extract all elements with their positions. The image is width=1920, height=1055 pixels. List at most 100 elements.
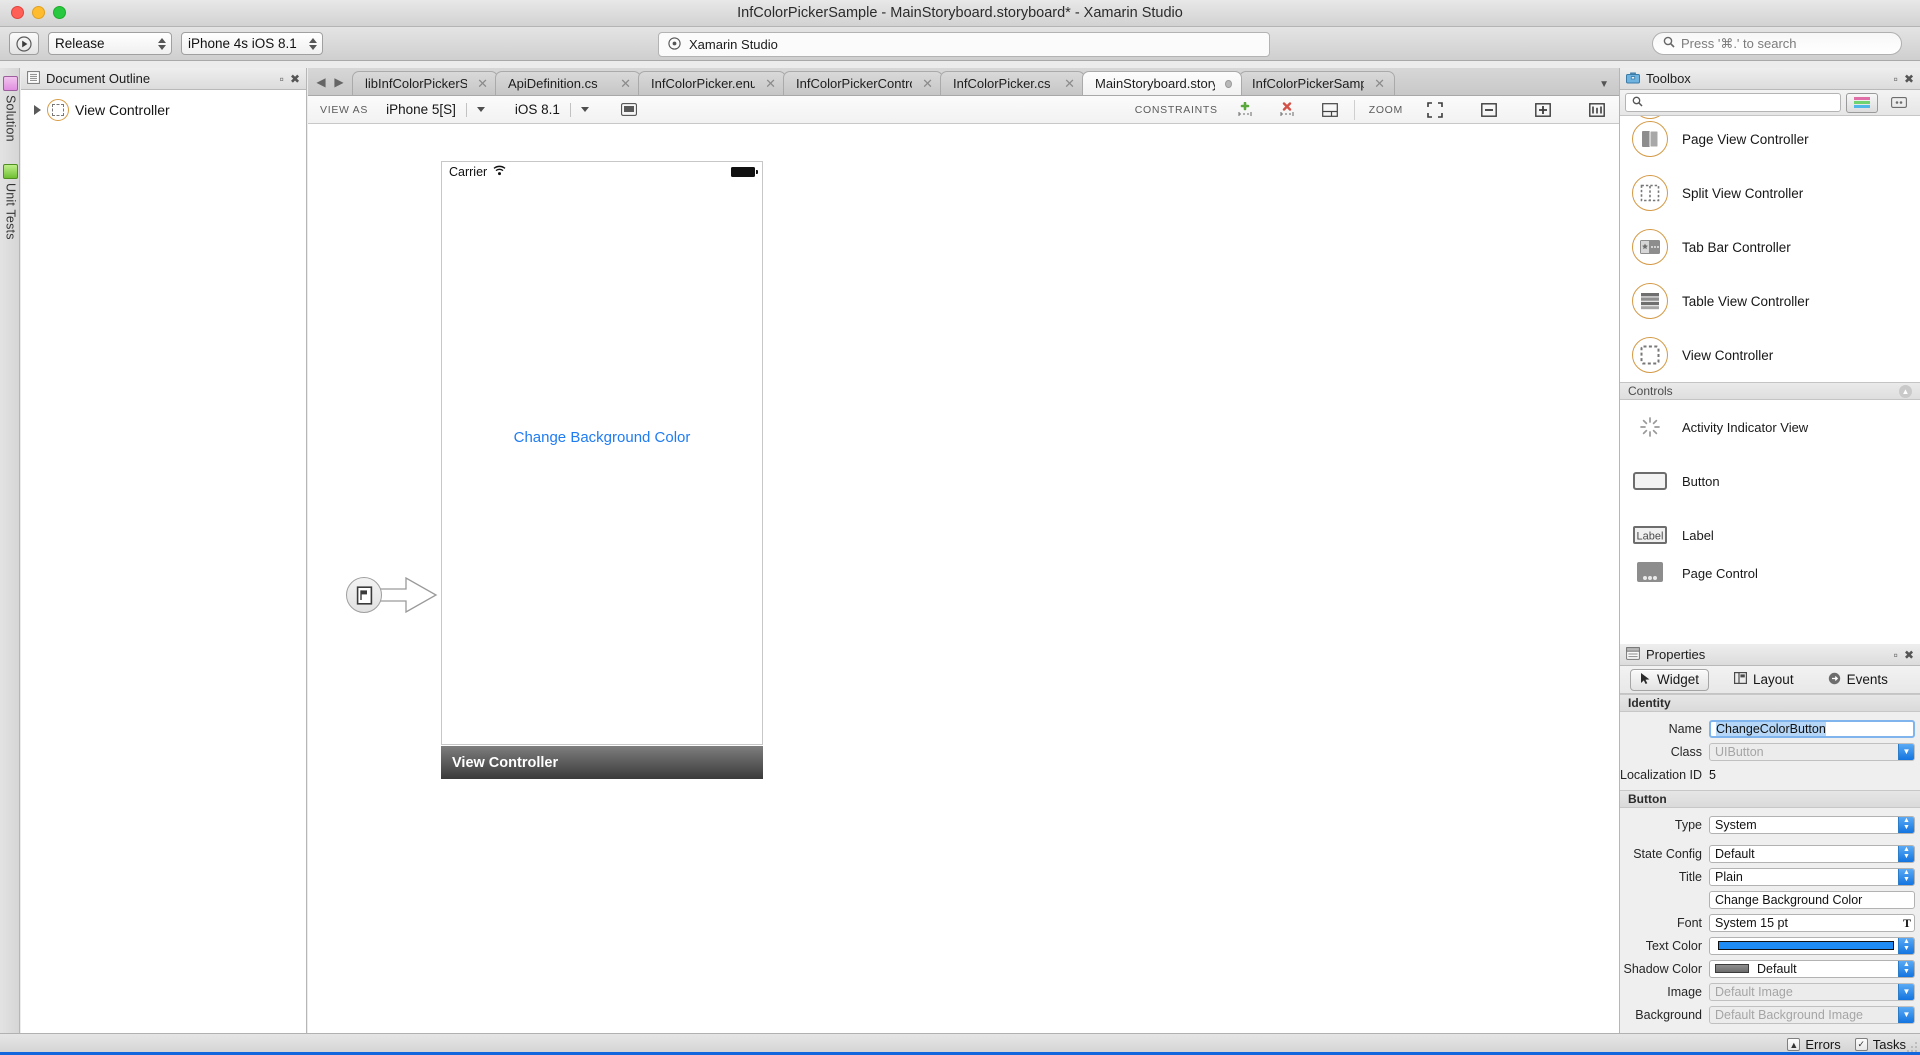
device-selector[interactable]: iPhone 4s iOS 8.1 (181, 32, 323, 55)
stepper-icon[interactable]: ▲▼ (1898, 869, 1914, 885)
rail-item-solution[interactable]: Solution (1, 76, 20, 142)
type-field[interactable]: System ▲▼ (1709, 816, 1915, 834)
font-field[interactable]: System 15 pt T (1709, 914, 1915, 932)
close-icon[interactable]: ✖ (1904, 72, 1914, 86)
run-button[interactable] (9, 32, 39, 55)
close-icon[interactable]: ✕ (1064, 76, 1075, 92)
clear-constraint-icon[interactable] (1278, 102, 1298, 118)
minimize-icon[interactable]: ▫ (280, 72, 284, 86)
toolbox-section-controls[interactable]: Controls ▲ (1620, 382, 1920, 400)
close-icon[interactable]: ✕ (477, 76, 488, 92)
toolbox-item-label: Table View Controller (1682, 294, 1809, 309)
configuration-selector[interactable]: Release (48, 32, 172, 55)
state-config-field[interactable]: Default ▲▼ (1709, 845, 1915, 863)
background-field[interactable]: Default Background Image ▼ (1709, 1006, 1915, 1024)
minimize-window-button[interactable] (32, 6, 45, 19)
stepper-icon[interactable]: ▲▼ (1898, 817, 1914, 833)
tasks-pad-button[interactable]: ✓ Tasks (1855, 1037, 1906, 1052)
storyboard-canvas[interactable]: Carrier Change Background Color View Con… (308, 124, 1619, 1033)
tab-infcolorpicker-cs[interactable]: InfColorPicker.cs ✕ (940, 71, 1085, 95)
title-style-field[interactable]: Plain ▲▼ (1709, 868, 1915, 886)
tree-item-view-controller[interactable]: View Controller (21, 96, 306, 124)
toolbox-list-view-button[interactable] (1883, 93, 1915, 113)
toolbox-item-label[interactable]: Label Label (1620, 508, 1920, 562)
shadow-color-label: Shadow Color (1620, 962, 1702, 976)
tab-infcolorpickercontroller-g[interactable]: InfColorPickerController.g.c ✕ (783, 71, 943, 95)
toolbox-item-tab-bar-controller[interactable]: Tab Bar Controller (1620, 220, 1920, 274)
toolbox-group-view-button[interactable] (1846, 93, 1878, 113)
chevron-down-icon[interactable]: ▼ (1898, 744, 1914, 760)
tab-infcolorpickersampleviewcontroller[interactable]: InfColorPickerSampleViewC ✕ (1239, 71, 1395, 95)
zoom-out-icon[interactable] (1479, 102, 1499, 118)
close-icon[interactable]: ✖ (290, 72, 300, 86)
state-config-label: State Config (1620, 847, 1702, 861)
close-icon[interactable]: ✕ (620, 76, 631, 92)
stepper-icon[interactable]: ▲▼ (1898, 938, 1914, 954)
tab-navigation: ◀ ▶ (308, 73, 352, 95)
properties-icon (1626, 647, 1640, 663)
iphone-scene[interactable]: Carrier Change Background Color (441, 161, 763, 745)
designer-os-selector[interactable]: iOS 8.1 (515, 102, 589, 117)
change-background-color-button[interactable]: Change Background Color (442, 429, 762, 446)
stepper-icon[interactable]: ▲▼ (1898, 961, 1914, 977)
modified-indicator-icon[interactable] (1225, 80, 1232, 88)
class-field[interactable]: UIButton ▼ (1709, 743, 1915, 761)
zoom-actual-icon[interactable] (1587, 102, 1607, 118)
close-icon[interactable]: ✕ (922, 76, 933, 92)
tab-mainstoryboard[interactable]: MainStoryboard.storyboard (1082, 71, 1242, 95)
text-color-field[interactable]: ▲▼ (1709, 937, 1915, 955)
global-search-input[interactable]: Press '⌘.' to search (1652, 32, 1902, 55)
tab-widget[interactable]: Widget (1630, 669, 1709, 691)
entry-point-icon[interactable] (346, 577, 382, 613)
toolbox-item-view-controller[interactable]: View Controller (1620, 328, 1920, 382)
font-picker-icon[interactable]: T (1903, 916, 1911, 931)
close-icon[interactable]: ✕ (1374, 76, 1385, 92)
toolbox-item-list[interactable]: Page View Controller Split View Controll… (1620, 116, 1920, 644)
close-icon[interactable]: ✕ (765, 76, 776, 92)
tab-next-icon[interactable]: ▶ (331, 73, 347, 91)
events-icon (1828, 672, 1841, 688)
stepper-icon[interactable]: ▲▼ (1898, 846, 1914, 862)
chevron-up-icon[interactable]: ▲ (1899, 385, 1912, 398)
chevron-right-icon[interactable] (34, 105, 41, 115)
errors-pad-button[interactable]: ▲ Errors (1787, 1037, 1840, 1052)
tab-overflow-icon[interactable]: ▼ (1599, 79, 1619, 95)
text-color-swatch (1718, 941, 1894, 950)
toolbox-item-table-view-controller[interactable]: Table View Controller (1620, 274, 1920, 328)
target-icon (668, 37, 681, 53)
chevron-down-icon[interactable]: ▼ (1898, 984, 1914, 1000)
tab-events-label: Events (1847, 672, 1888, 687)
shadow-color-field[interactable]: Default ▲▼ (1709, 960, 1915, 978)
name-field[interactable]: ChangeColorButton (1709, 720, 1915, 738)
minimize-icon[interactable]: ▫ (1894, 72, 1898, 86)
add-constraint-icon[interactable] (1236, 102, 1256, 118)
minimize-icon[interactable]: ▫ (1894, 648, 1898, 662)
tab-events[interactable]: Events (1819, 670, 1897, 690)
toolbox-search-input[interactable] (1625, 93, 1841, 112)
toolbox-item-label: Split View Controller (1682, 186, 1803, 201)
zoom-fit-icon[interactable] (1425, 102, 1445, 118)
title-text-field[interactable]: Change Background Color (1709, 891, 1915, 909)
close-window-button[interactable] (11, 6, 24, 19)
tab-layout[interactable]: Layout (1725, 670, 1803, 689)
toolbox-item-activity-indicator-view[interactable]: Activity Indicator View (1620, 400, 1920, 454)
tab-infcolorpicker-enums[interactable]: InfColorPicker.enums.cs ✕ (638, 71, 786, 95)
chevron-down-icon[interactable]: ▼ (1898, 1007, 1914, 1023)
toolbox-item-split-view-controller[interactable]: Split View Controller (1620, 166, 1920, 220)
tab-libinfcolorpickersdk[interactable]: libInfColorPickerSDK.linkwi ✕ (352, 71, 498, 95)
toolbox-item-label: View Controller (1682, 348, 1773, 363)
frame-icon[interactable] (1320, 102, 1340, 118)
close-icon[interactable]: ✖ (1904, 648, 1914, 662)
toolbox-item-page-view-controller[interactable]: Page View Controller (1620, 116, 1920, 166)
tab-prev-icon[interactable]: ◀ (313, 73, 329, 91)
toolbox-item-page-control[interactable]: Page Control (1620, 562, 1920, 584)
rail-item-unit-tests[interactable]: Unit Tests (1, 164, 20, 240)
toolbox-item-button[interactable]: Button (1620, 454, 1920, 508)
zoom-in-icon[interactable] (1533, 102, 1553, 118)
designer-device-selector[interactable]: iPhone 5[S] (386, 102, 485, 117)
tab-apidefinition[interactable]: ApiDefinition.cs ✕ (495, 71, 641, 95)
image-field[interactable]: Default Image ▼ (1709, 983, 1915, 1001)
simulated-status-bar: Carrier (442, 162, 762, 182)
landscape-icon[interactable] (619, 102, 639, 118)
zoom-window-button[interactable] (53, 6, 66, 19)
